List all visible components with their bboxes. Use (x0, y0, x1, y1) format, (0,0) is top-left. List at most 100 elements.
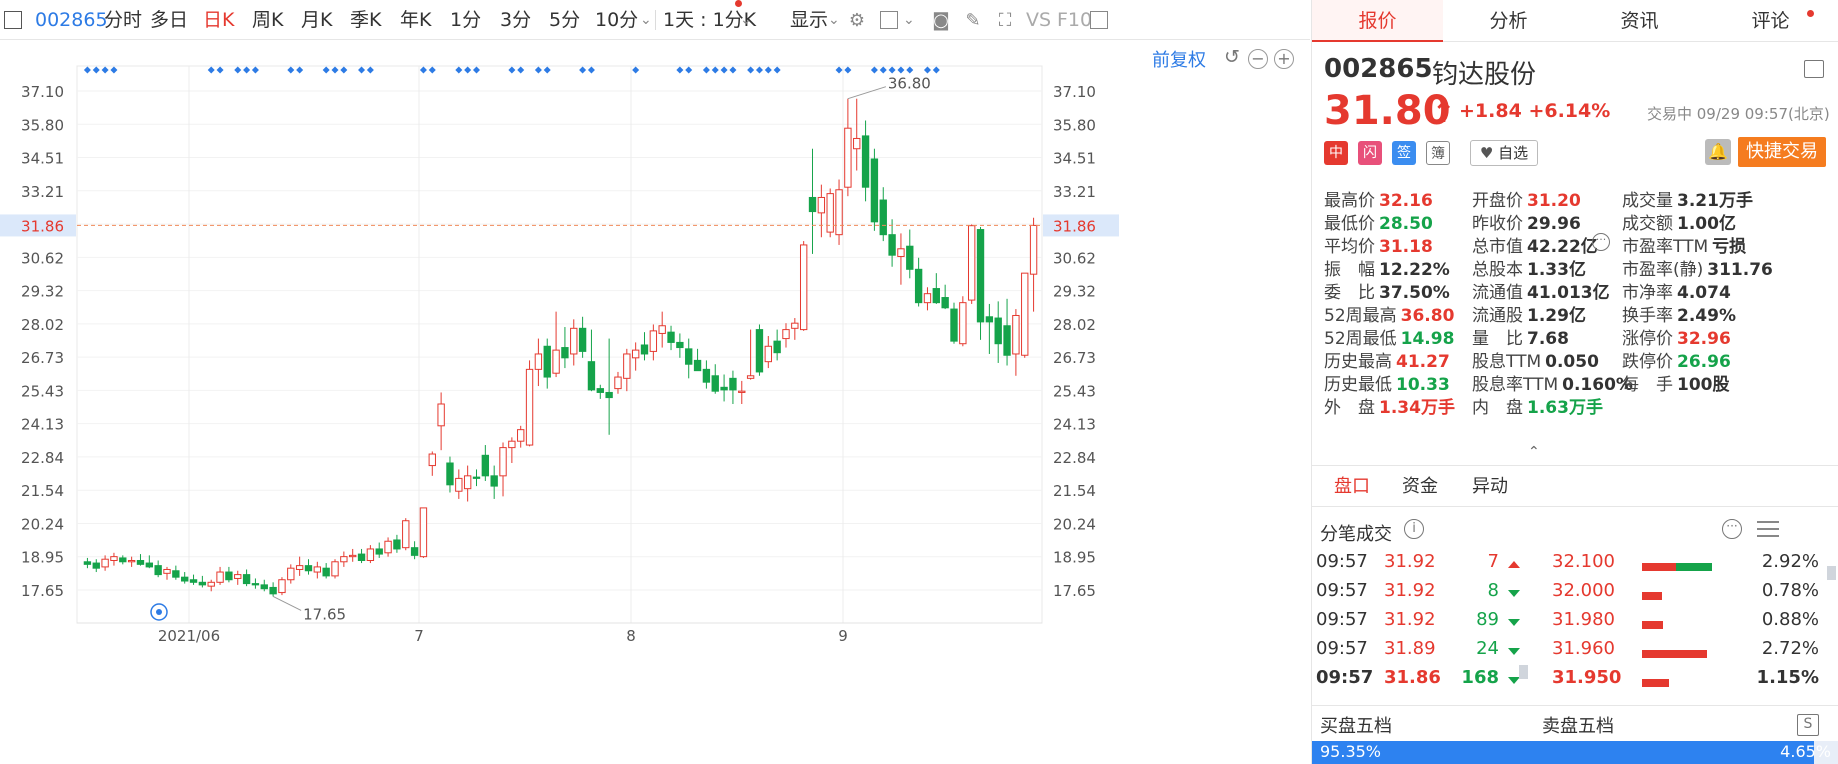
zoom-out-icon[interactable]: − (1248, 49, 1268, 69)
event-marker-icon[interactable] (932, 66, 940, 74)
info-icon[interactable]: i (1404, 519, 1424, 539)
event-marker-icon[interactable] (685, 66, 693, 74)
candle-body[interactable] (941, 297, 949, 309)
period-tab-quarterly-k[interactable]: 季K (350, 0, 381, 40)
candle-body[interactable] (552, 349, 560, 374)
flash-icon[interactable]: 闪 (1358, 141, 1382, 165)
candle-body[interactable] (914, 268, 923, 304)
event-marker-icon[interactable] (729, 66, 737, 74)
event-marker-icon[interactable] (216, 66, 224, 74)
sidebar-toggle-icon[interactable] (1090, 11, 1108, 29)
event-marker-icon[interactable] (287, 66, 295, 74)
event-marker-icon[interactable] (243, 66, 251, 74)
candle-body[interactable] (923, 293, 932, 304)
candle-body[interactable] (472, 476, 481, 479)
event-marker-icon[interactable] (366, 66, 374, 74)
event-marker-icon[interactable] (419, 66, 427, 74)
tab-anomaly[interactable]: 异动 (1472, 466, 1508, 508)
tab-fund-flow[interactable]: 资金 (1402, 466, 1438, 508)
list-icon[interactable] (1804, 60, 1824, 78)
event-marker-icon[interactable] (844, 66, 852, 74)
candle-body[interactable] (508, 440, 516, 449)
candle-body[interactable] (525, 368, 534, 446)
candle-body[interactable] (172, 570, 180, 578)
event-marker-icon[interactable] (296, 66, 304, 74)
candle-body[interactable] (437, 403, 445, 427)
period-tab-10min[interactable]: 10分 (595, 0, 638, 40)
period-tab-1min[interactable]: 1分 (450, 0, 481, 40)
candle-body[interactable] (490, 475, 498, 487)
event-marker-icon[interactable] (702, 66, 710, 74)
candle-body[interactable] (967, 225, 976, 301)
candle-body[interactable] (375, 548, 383, 555)
candle-body[interactable] (897, 248, 905, 257)
tab-analysis[interactable]: 分析 (1443, 0, 1574, 42)
chevron-down-icon[interactable]: ⌄ (828, 0, 840, 40)
candle-body[interactable] (667, 331, 675, 343)
candle-body[interactable] (685, 348, 693, 365)
candle-body[interactable] (693, 359, 702, 372)
more-icon[interactable]: ··· (1722, 519, 1742, 539)
tab-comments[interactable]: 评论 (1705, 0, 1836, 42)
candle-body[interactable] (402, 520, 410, 549)
candle-body[interactable] (720, 386, 728, 391)
candle-body[interactable] (994, 317, 1002, 345)
candle-body[interactable] (755, 329, 764, 373)
candle-body[interactable] (587, 361, 596, 391)
event-marker-icon[interactable] (579, 66, 587, 74)
zoom-in-icon[interactable]: + (1274, 49, 1294, 69)
bookmark-icon[interactable]: 簿 (1426, 141, 1450, 165)
period-tab-weekly-k[interactable]: 周K (252, 0, 283, 40)
candle-body[interactable] (614, 376, 622, 390)
event-marker-icon[interactable] (835, 66, 843, 74)
candle-body[interactable] (366, 548, 375, 561)
event-marker-icon[interactable] (464, 66, 472, 74)
candle-body[interactable] (216, 571, 224, 583)
candle-body[interactable] (853, 137, 861, 150)
candle-body[interactable] (517, 429, 525, 442)
period-tab-3min[interactable]: 3分 (500, 0, 531, 40)
candle-body[interactable] (251, 583, 260, 586)
candle-body[interactable] (136, 559, 145, 565)
chevron-down-icon[interactable]: ⌄ (640, 0, 652, 40)
period-tab-monthly-k[interactable]: 月K (301, 0, 332, 40)
candle-body[interactable] (349, 554, 357, 558)
candle-body[interactable] (463, 475, 472, 490)
event-marker-icon[interactable] (755, 66, 763, 74)
candle-body[interactable] (826, 193, 834, 233)
chevron-up-icon[interactable]: ⌃ (1528, 444, 1540, 460)
candle-body[interactable] (322, 567, 330, 577)
event-marker-icon[interactable] (472, 66, 480, 74)
candle-body[interactable] (835, 189, 843, 236)
period-tab-daily-k[interactable]: 日K (203, 0, 234, 40)
candle-body[interactable] (83, 561, 92, 565)
event-marker-icon[interactable] (508, 66, 516, 74)
event-marker-icon[interactable] (517, 66, 525, 74)
camera-icon[interactable]: ◙ (930, 10, 952, 32)
vs-compare-button[interactable]: VS (1026, 0, 1051, 40)
candle-body[interactable] (561, 347, 569, 359)
candle-body[interactable] (428, 453, 436, 467)
event-marker-icon[interactable] (906, 66, 914, 74)
candle-body[interactable] (154, 565, 162, 576)
event-marker-icon[interactable] (83, 66, 91, 74)
candle-body[interactable] (870, 158, 879, 223)
candle-body[interactable] (543, 345, 551, 378)
candle-body[interactable] (1021, 272, 1029, 356)
candle-body[interactable] (313, 566, 322, 573)
reset-icon[interactable]: ↺ (1222, 48, 1242, 69)
event-marker-icon[interactable] (897, 66, 905, 74)
event-marker-icon[interactable] (428, 66, 436, 74)
event-marker-icon[interactable] (92, 66, 100, 74)
candle-body[interactable] (1003, 325, 1011, 356)
candle-body[interactable] (640, 344, 649, 355)
candle-body[interactable] (1012, 314, 1020, 355)
candle-body[interactable] (950, 308, 958, 342)
candle-body[interactable] (844, 127, 852, 188)
candle-body[interactable] (225, 571, 233, 581)
event-marker-icon[interactable] (773, 66, 781, 74)
candle-body[interactable] (278, 579, 286, 594)
event-marker-icon[interactable] (747, 66, 755, 74)
event-marker-icon[interactable] (676, 66, 684, 74)
candle-body[interactable] (817, 196, 826, 214)
